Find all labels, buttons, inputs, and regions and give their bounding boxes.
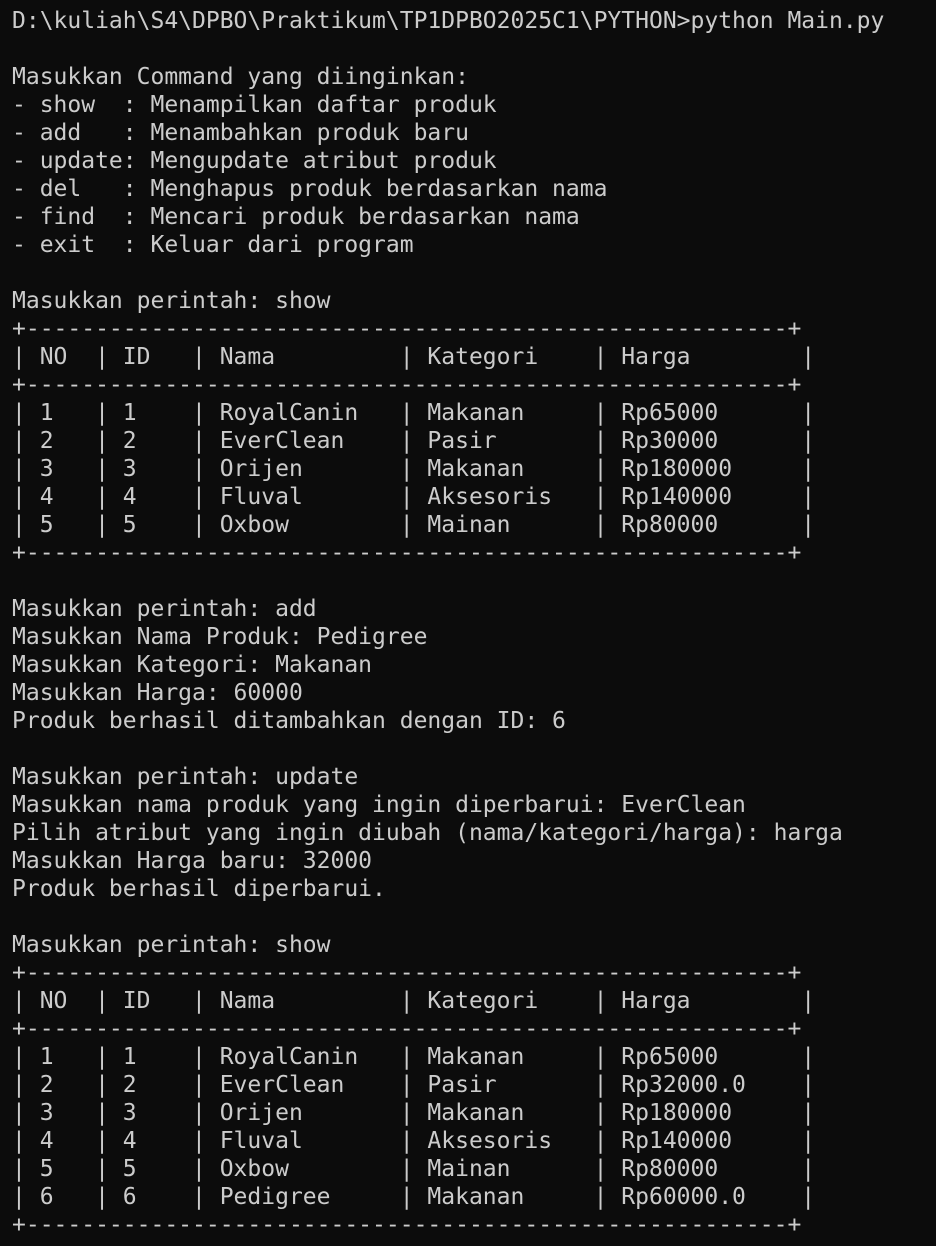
command-prompt-line: D:\kuliah\S4\DPBO\Praktikum\TP1DPBO2025C… — [12, 8, 885, 34]
table-row: | 2 | 2 | EverClean | Pasir | Rp32000.0 … — [12, 1072, 816, 1098]
table-row: | 1 | 1 | RoyalCanin | Makanan | Rp65000… — [12, 1044, 816, 1070]
add-success-message: Produk berhasil ditambahkan dengan ID: 6 — [12, 708, 566, 734]
table-row: | 3 | 3 | Orijen | Makanan | Rp180000 | — [12, 1100, 816, 1126]
menu-option-exit: - exit : Keluar dari program — [12, 232, 414, 258]
update-success-message: Produk berhasil diperbarui. — [12, 876, 386, 902]
table-border: +---------------------------------------… — [12, 316, 802, 342]
table-header: | NO | ID | Nama | Kategori | Harga | — [12, 988, 816, 1014]
table-row: | 1 | 1 | RoyalCanin | Makanan | Rp65000… — [12, 400, 816, 426]
prompt-input-show: Masukkan perintah: show — [12, 288, 331, 314]
menu-title: Masukkan Command yang diinginkan: — [12, 64, 469, 90]
table-row: | 5 | 5 | Oxbow | Mainan | Rp80000 | — [12, 1156, 816, 1182]
input-price: Masukkan Harga: 60000 — [12, 680, 303, 706]
menu-option-add: - add : Menambahkan produk baru — [12, 120, 469, 146]
table-row: | 2 | 2 | EverClean | Pasir | Rp30000 | — [12, 428, 816, 454]
terminal-window[interactable]: D:\kuliah\S4\DPBO\Praktikum\TP1DPBO2025C… — [0, 0, 936, 1246]
table-header: | NO | ID | Nama | Kategori | Harga | — [12, 344, 816, 370]
input-category: Masukkan Kategori: Makanan — [12, 652, 373, 678]
table-border: +---------------------------------------… — [12, 1212, 802, 1238]
input-update-attribute: Pilih atribut yang ingin diubah (nama/ka… — [12, 820, 843, 846]
prompt-input-update: Masukkan perintah: update — [12, 764, 359, 790]
table-row: | 5 | 5 | Oxbow | Mainan | Rp80000 | — [12, 512, 816, 538]
table-border: +---------------------------------------… — [12, 540, 802, 566]
table-border: +---------------------------------------… — [12, 960, 802, 986]
menu-option-show: - show : Menampilkan daftar produk — [12, 92, 497, 118]
input-product-name: Masukkan Nama Produk: Pedigree — [12, 624, 428, 650]
table-row: | 4 | 4 | Fluval | Aksesoris | Rp140000 … — [12, 1128, 816, 1154]
input-update-product-name: Masukkan nama produk yang ingin diperbar… — [12, 792, 746, 818]
table-row: | 4 | 4 | Fluval | Aksesoris | Rp140000 … — [12, 484, 816, 510]
menu-option-del: - del : Menghapus produk berdasarkan nam… — [12, 176, 608, 202]
prompt-input-add: Masukkan perintah: add — [12, 596, 317, 622]
prompt-input-show: Masukkan perintah: show — [12, 932, 331, 958]
menu-option-update: - update: Mengupdate atribut produk — [12, 148, 497, 174]
table-border: +---------------------------------------… — [12, 372, 802, 398]
input-new-price: Masukkan Harga baru: 32000 — [12, 848, 373, 874]
table-row: | 3 | 3 | Orijen | Makanan | Rp180000 | — [12, 456, 816, 482]
menu-option-find: - find : Mencari produk berdasarkan nama — [12, 204, 580, 230]
table-row: | 6 | 6 | Pedigree | Makanan | Rp60000.0… — [12, 1184, 816, 1210]
table-border: +---------------------------------------… — [12, 1016, 802, 1042]
